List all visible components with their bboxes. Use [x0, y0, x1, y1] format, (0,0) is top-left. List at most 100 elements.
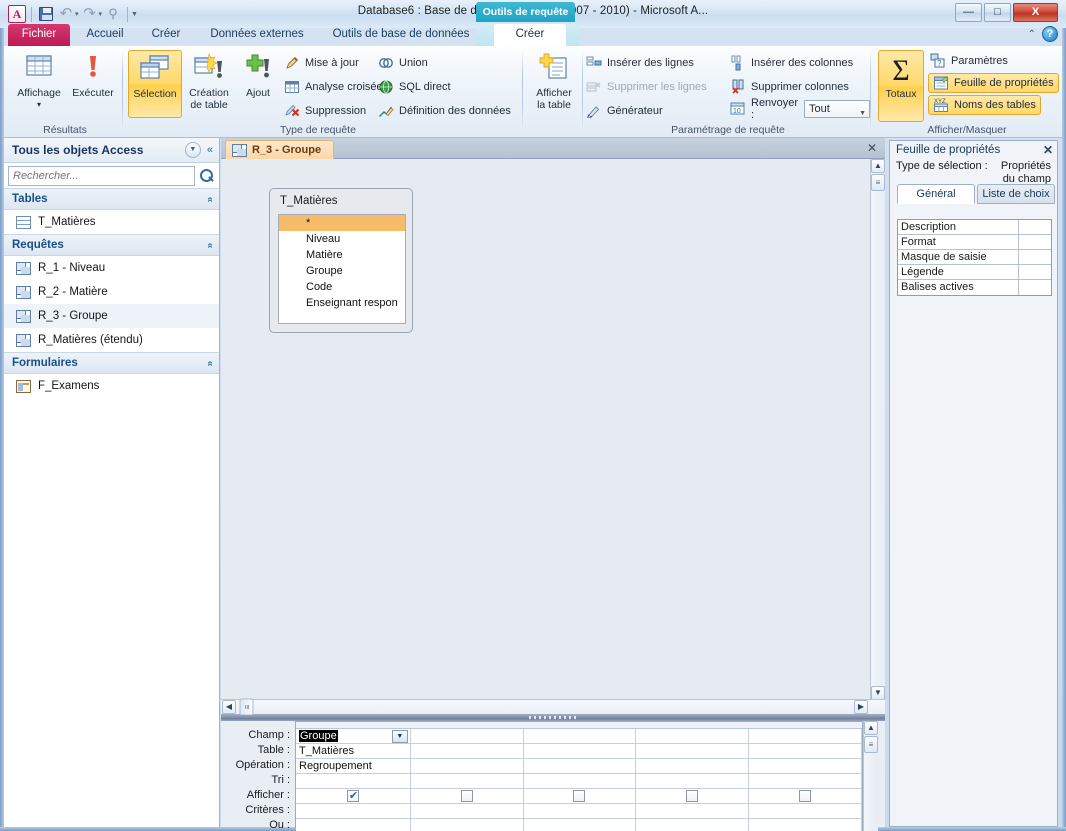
- query-grid-vscroll-thumb[interactable]: ≡: [864, 736, 878, 753]
- tab-donnees-externes[interactable]: Données externes: [194, 24, 320, 46]
- property-value[interactable]: [1019, 280, 1051, 295]
- cell-champ-col3[interactable]: [524, 729, 637, 743]
- sidebar-item-r-matieres-etendu[interactable]: R_Matières (étendu): [4, 328, 219, 352]
- tab-accueil[interactable]: Accueil: [74, 24, 136, 46]
- property-row-balises-actives[interactable]: Balises actives: [898, 280, 1051, 295]
- cell-champ-col1[interactable]: Groupe ▼: [296, 729, 411, 743]
- tab-creer[interactable]: Créer: [140, 24, 192, 46]
- undo-icon[interactable]: ↶: [57, 5, 75, 23]
- query-grid-column-headers[interactable]: [296, 722, 862, 729]
- chevron-up-icon[interactable]: «: [205, 196, 216, 202]
- close-icon[interactable]: ✕: [1043, 143, 1053, 157]
- analyse-croisee-button[interactable]: Analyse croisée: [284, 77, 383, 97]
- cell-ou-col1[interactable]: [296, 819, 411, 831]
- chevron-down-icon[interactable]: ▼: [391, 730, 408, 743]
- sql-direct-button[interactable]: SQL direct: [378, 77, 451, 97]
- selection-button[interactable]: Sélection: [128, 50, 182, 118]
- cell-tri-col2[interactable]: [411, 774, 524, 788]
- affichage-dropdown-icon[interactable]: ▾: [12, 99, 66, 111]
- collapse-ribbon-icon[interactable]: ⌃: [1028, 29, 1036, 40]
- save-icon[interactable]: [37, 5, 55, 23]
- design-pane-vertical-scrollbar[interactable]: ▲ ≡ ▼: [870, 159, 885, 700]
- cell-afficher-col2[interactable]: [411, 789, 524, 803]
- cell-criteres-col2[interactable]: [411, 804, 524, 818]
- definition-des-donnees-button[interactable]: Définition des données: [378, 101, 511, 121]
- scroll-up-button[interactable]: ▲: [871, 159, 885, 173]
- cell-criteres-col5[interactable]: [749, 804, 862, 818]
- nav-category-tables[interactable]: Tables «: [4, 188, 219, 210]
- cell-table-col3[interactable]: [524, 744, 637, 758]
- cell-table-col1[interactable]: T_Matières: [296, 744, 411, 758]
- nav-category-formulaires[interactable]: Formulaires «: [4, 352, 219, 374]
- design-pane-hscroll-thumb[interactable]: ≡: [239, 698, 254, 716]
- cell-table-col4[interactable]: [636, 744, 750, 758]
- creation-de-table-button[interactable]: Création de table: [182, 50, 236, 118]
- chevron-up-icon[interactable]: «: [205, 360, 216, 366]
- help-icon[interactable]: ?: [1042, 26, 1058, 42]
- property-row-masque-de-saisie[interactable]: Masque de saisie: [898, 250, 1051, 265]
- tab-general[interactable]: Général: [897, 184, 975, 204]
- cell-afficher-col1[interactable]: [296, 789, 411, 804]
- sidebar-item-f-examens[interactable]: F_Examens: [4, 374, 219, 398]
- property-row-description[interactable]: Description: [898, 220, 1051, 235]
- field-enseignant-responsable[interactable]: Enseignant respon: [279, 295, 405, 311]
- chevron-down-icon[interactable]: ▼: [859, 106, 866, 122]
- cell-afficher-col5[interactable]: [749, 789, 862, 803]
- union-button[interactable]: Union: [378, 53, 428, 73]
- totaux-button[interactable]: Σ Totaux: [878, 50, 924, 122]
- search-input[interactable]: [8, 165, 195, 186]
- cell-criteres-col3[interactable]: [524, 804, 637, 818]
- sidebar-item-r3-groupe[interactable]: R_3 - Groupe: [4, 304, 219, 328]
- executer-button[interactable]: Exécuter: [66, 50, 120, 118]
- cell-table-col2[interactable]: [411, 744, 524, 758]
- afficher-checkbox-col5[interactable]: [799, 790, 812, 802]
- cell-operation-col4[interactable]: [636, 759, 750, 773]
- inserer-des-lignes-button[interactable]: Insérer des lignes: [586, 53, 694, 73]
- scroll-down-button[interactable]: ▼: [871, 686, 885, 700]
- renvoyer-combobox[interactable]: Tout ▼: [804, 100, 870, 118]
- tab-outils-base-de-donnees[interactable]: Outils de base de données: [322, 24, 480, 46]
- cell-tri-col3[interactable]: [524, 774, 637, 788]
- property-value[interactable]: [1019, 265, 1051, 279]
- undo-dropdown-icon[interactable]: ▾: [75, 10, 79, 18]
- cell-criteres-col4[interactable]: [636, 804, 750, 818]
- scroll-left-button[interactable]: ◀: [222, 700, 236, 714]
- double-chevron-left-icon[interactable]: «: [205, 144, 215, 156]
- cell-operation-col2[interactable]: [411, 759, 524, 773]
- sidebar-item-r1-niveau[interactable]: R_1 - Niveau: [4, 256, 219, 280]
- field-niveau[interactable]: Niveau: [279, 231, 405, 247]
- field-groupe[interactable]: Groupe: [279, 263, 405, 279]
- tab-liste-de-choix[interactable]: Liste de choix: [977, 184, 1055, 204]
- search-icon[interactable]: [198, 167, 215, 184]
- query-grid-vertical-scrollbar[interactable]: ▲ ≡ ▼: [863, 721, 878, 831]
- print-preview-icon[interactable]: ⚲: [104, 5, 122, 23]
- property-row-legende[interactable]: Légende: [898, 265, 1051, 280]
- document-tab-r3-groupe[interactable]: R_3 - Groupe: [225, 140, 335, 159]
- cell-operation-col3[interactable]: [524, 759, 637, 773]
- access-logo-icon[interactable]: A: [8, 5, 26, 23]
- table-field-list-t-matieres[interactable]: T_Matières * Niveau Matière Groupe Code …: [269, 188, 413, 333]
- inserer-des-colonnes-button[interactable]: Insérer des colonnes: [730, 53, 853, 73]
- field-asterisk[interactable]: *: [279, 215, 405, 231]
- cell-table-col5[interactable]: [749, 744, 862, 758]
- sidebar-item-r2-matiere[interactable]: R_2 - Matière: [4, 280, 219, 304]
- noms-des-tables-button[interactable]: XYZ Noms des tables: [928, 95, 1041, 115]
- afficher-checkbox-col3[interactable]: [573, 790, 586, 802]
- mise-a-jour-button[interactable]: Mise à jour: [284, 53, 359, 73]
- parametres-button[interactable]: ? Paramètres: [930, 51, 1008, 71]
- scroll-right-button[interactable]: ▶: [854, 700, 868, 714]
- afficher-checkbox-col4[interactable]: [686, 790, 699, 802]
- minimize-button[interactable]: —: [955, 3, 982, 22]
- cell-ou-col3[interactable]: [524, 819, 637, 831]
- feuille-de-proprietes-button[interactable]: Feuille de propriétés: [928, 73, 1059, 93]
- close-button[interactable]: X: [1013, 3, 1058, 22]
- cell-operation-col5[interactable]: [749, 759, 862, 773]
- cell-afficher-col3[interactable]: [524, 789, 637, 803]
- field-matiere[interactable]: Matière: [279, 247, 405, 263]
- cell-ou-col2[interactable]: [411, 819, 524, 831]
- afficher-checkbox-col1[interactable]: [346, 789, 359, 804]
- redo-dropdown-icon[interactable]: ▾: [99, 10, 103, 18]
- tab-creer-requete-active[interactable]: Créer: [494, 24, 566, 46]
- design-pane-vscroll-thumb[interactable]: ≡: [871, 174, 885, 191]
- design-pane-horizontal-scrollbar[interactable]: ◀ ≡ ▶: [221, 698, 885, 716]
